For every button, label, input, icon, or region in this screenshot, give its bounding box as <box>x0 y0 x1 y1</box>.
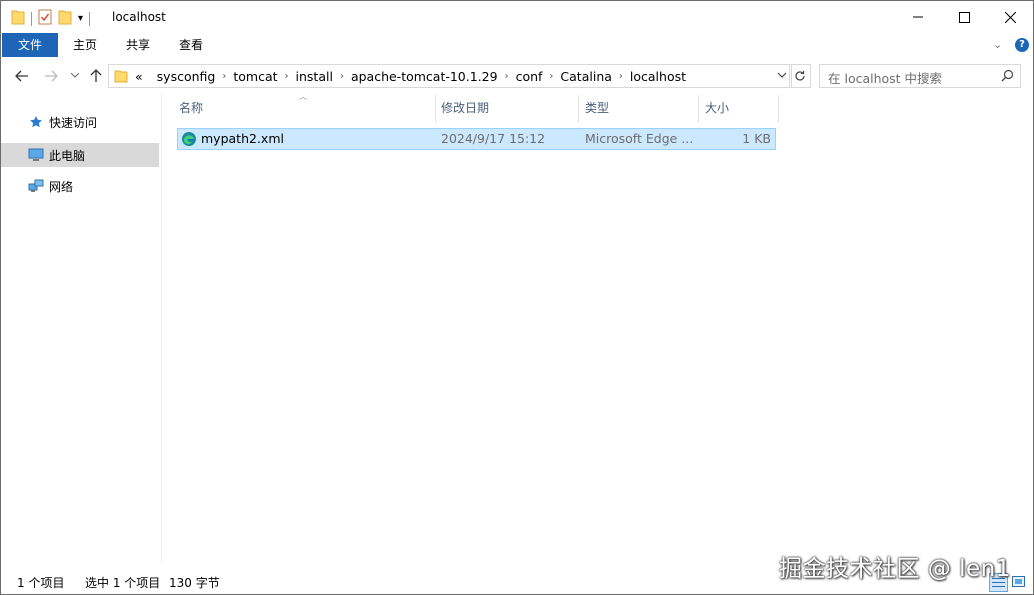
sidebar-item-label: 网络 <box>49 179 74 194</box>
tab-home[interactable]: 主页 <box>65 33 105 57</box>
new-folder-icon[interactable] <box>58 9 72 28</box>
properties-icon[interactable] <box>38 9 52 28</box>
maximize-button[interactable] <box>941 1 987 33</box>
back-button[interactable] <box>12 67 32 85</box>
window-title: localhost <box>112 10 166 24</box>
expand-ribbon-icon[interactable]: ⌄ <box>993 38 1002 51</box>
folder-icon <box>114 69 128 83</box>
sidebar-item-label: 此电脑 <box>49 148 86 163</box>
refresh-button[interactable] <box>789 64 811 88</box>
ribbon: 文件 主页 共享 查看 ⌄ ? <box>1 33 1033 57</box>
close-button[interactable] <box>987 1 1033 33</box>
search-icon[interactable] <box>1001 69 1014 85</box>
tab-file[interactable]: 文件 <box>2 33 58 57</box>
breadcrumb-conf[interactable]: conf <box>509 69 550 84</box>
column-header-name[interactable]: 名称 <box>173 95 435 121</box>
breadcrumb-apache-tomcat[interactable]: apache-tomcat-10.1.29 <box>344 69 505 84</box>
help-icon[interactable]: ? <box>1015 38 1029 52</box>
watermark: 掘金技术社区 @ len1 <box>779 556 1011 582</box>
sidebar-item-label: 快速访问 <box>49 115 98 130</box>
star-icon <box>27 114 45 130</box>
search-input[interactable]: 在 localhost 中搜索 <box>828 68 942 87</box>
column-header-type[interactable]: 类型 <box>579 95 699 121</box>
address-bar[interactable]: « sysconfig › tomcat › install › apache-… <box>108 64 792 88</box>
address-history-dropdown[interactable] <box>777 69 787 84</box>
folder-icon <box>11 9 25 28</box>
title-bar: ▾ localhost <box>1 1 1033 33</box>
tab-share[interactable]: 共享 <box>118 33 158 57</box>
forward-button[interactable] <box>41 67 61 85</box>
breadcrumb-tomcat[interactable]: tomcat <box>226 69 284 84</box>
breadcrumb-overflow[interactable]: « <box>128 69 150 84</box>
breadcrumb-catalina[interactable]: Catalina <box>553 69 618 84</box>
toolbar-separator <box>31 11 32 26</box>
navigation-bar: « sysconfig › tomcat › install › apache-… <box>1 61 1033 91</box>
column-header-size[interactable]: 大小 <box>699 95 779 121</box>
status-item-count: 1 个项目 <box>17 576 65 590</box>
pane-divider[interactable] <box>161 93 162 563</box>
up-button[interactable] <box>86 67 106 85</box>
search-box[interactable]: 在 localhost 中搜索 <box>819 64 1021 88</box>
sidebar-item-network[interactable]: 网络 <box>1 174 159 198</box>
file-row-mypath2[interactable]: mypath2.xml 2024/9/17 15:12 Microsoft Ed… <box>177 128 776 150</box>
sidebar-item-quick-access[interactable]: 快速访问 <box>1 110 159 134</box>
toolbar-separator <box>89 11 91 26</box>
breadcrumb-localhost[interactable]: localhost <box>623 69 693 84</box>
recent-locations-dropdown[interactable] <box>65 67 85 85</box>
navigation-pane: 快速访问 此电脑 网络 <box>1 93 161 563</box>
column-divider[interactable] <box>778 95 779 123</box>
breadcrumb-sysconfig[interactable]: sysconfig <box>150 69 223 84</box>
sidebar-item-this-pc[interactable]: 此电脑 <box>1 143 159 167</box>
network-icon <box>27 178 45 194</box>
status-selected-size: 130 字节 <box>169 576 220 590</box>
minimize-button[interactable] <box>895 1 941 33</box>
breadcrumb-install[interactable]: install <box>289 69 340 84</box>
large-icons-view-button[interactable] <box>1010 573 1027 590</box>
file-size: 1 KB <box>742 131 771 146</box>
status-selected-count: 选中 1 个项目 <box>85 576 161 590</box>
customize-toolbar-dropdown-icon[interactable]: ▾ <box>78 13 83 24</box>
edge-icon <box>181 131 197 150</box>
file-date: 2024/9/17 15:12 <box>441 131 546 146</box>
file-type: Microsoft Edge ... <box>585 131 694 146</box>
column-header-date[interactable]: 修改日期 <box>435 95 579 121</box>
computer-icon <box>27 147 45 163</box>
quick-access-toolbar: ▾ <box>11 9 91 28</box>
explorer-window: ▾ localhost 文件 主页 共享 查看 ⌄ ? « sysconfig … <box>0 0 1034 595</box>
tab-view[interactable]: 查看 <box>171 33 211 57</box>
file-name: mypath2.xml <box>201 131 284 146</box>
